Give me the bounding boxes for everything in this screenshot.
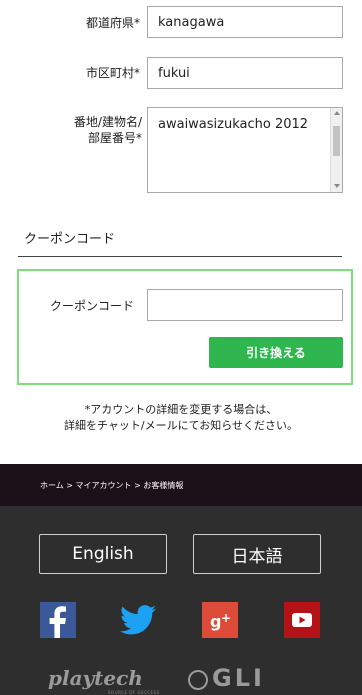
- notice-line-2: 詳細をチャット/メールにてお知らせください。: [63, 419, 299, 432]
- address-label-line2: 部屋番号*: [87, 131, 142, 145]
- breadcrumb-text[interactable]: ホーム > マイアカウント > お客様情報: [40, 480, 183, 491]
- address-label: 番地/建物名/ 部屋番号*: [58, 114, 142, 146]
- address-textarea[interactable]: awaiwasizukacho 2012: [147, 107, 343, 193]
- language-english-button[interactable]: English: [39, 534, 167, 574]
- gli-seal-icon: [188, 670, 208, 690]
- coupon-code-input[interactable]: [147, 289, 343, 321]
- footer: English 日本語 g + playtech SOURCE OF SUCCE…: [0, 506, 362, 695]
- playtech-logo: playtech: [48, 666, 143, 690]
- coupon-label: クーポンコード: [50, 299, 135, 313]
- textarea-scrollbar[interactable]: [330, 108, 342, 192]
- twitter-icon[interactable]: [120, 602, 156, 638]
- scroll-down-icon[interactable]: [334, 184, 340, 188]
- gli-logo-text: GLI: [212, 664, 265, 692]
- prefecture-input[interactable]: kanagawa: [147, 6, 343, 38]
- breadcrumb: ホーム > マイアカウント > お客様情報: [0, 464, 362, 506]
- scroll-up-icon[interactable]: [334, 111, 340, 115]
- section-divider: [18, 256, 342, 257]
- scrollbar-thumb[interactable]: [333, 126, 340, 156]
- redeem-button[interactable]: 引き換える: [209, 337, 343, 368]
- city-input[interactable]: fukui: [147, 57, 343, 89]
- svg-text:g: g: [210, 612, 221, 631]
- city-value: fukui: [158, 65, 190, 81]
- notice-line-1: *アカウントの詳細を変更する場合は、: [84, 403, 278, 416]
- address-label-line1: 番地/建物名/: [73, 115, 142, 129]
- facebook-icon[interactable]: [40, 602, 76, 638]
- google-plus-icon[interactable]: g +: [202, 602, 238, 638]
- address-value: awaiwasizukacho 2012: [158, 117, 309, 132]
- svg-text:+: +: [221, 611, 231, 625]
- youtube-icon[interactable]: [284, 602, 320, 638]
- city-label: 市区町村*: [85, 66, 140, 80]
- coupon-section-title: クーポンコード: [24, 232, 116, 247]
- prefecture-value: kanagawa: [158, 14, 225, 30]
- language-japanese-button[interactable]: 日本語: [193, 534, 321, 574]
- gli-logo: GLI: [212, 664, 265, 692]
- playtech-tagline: SOURCE OF SUCCESS: [108, 690, 160, 695]
- account-details-form: 都道府県* kanagawa 市区町村* fukui 番地/建物名/ 部屋番号*…: [0, 0, 362, 464]
- partner-logos: playtech SOURCE OF SUCCESS GLI: [0, 664, 362, 695]
- prefecture-label: 都道府県*: [85, 16, 140, 30]
